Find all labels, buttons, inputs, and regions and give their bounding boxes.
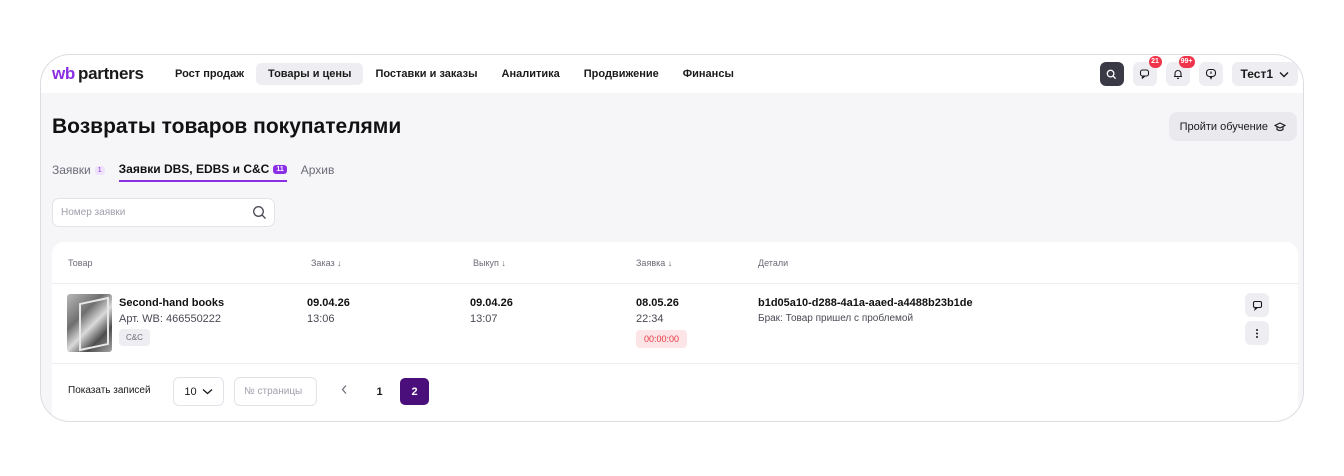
chat-badge: 21	[1148, 56, 1162, 68]
nav-item-promotion[interactable]: Продвижение	[572, 63, 671, 85]
wb-partners-logo[interactable]: wb partners	[52, 64, 144, 84]
more-actions-button[interactable]	[1245, 321, 1269, 345]
request-date: 08.05.26	[636, 297, 679, 309]
app-window: wb partners Рост продаж Товары и цены По…	[40, 54, 1304, 422]
user-menu-button[interactable]: Тест1	[1231, 62, 1298, 86]
chat-with-buyer-button[interactable]	[1245, 293, 1269, 317]
page-1-button[interactable]: 1	[365, 378, 394, 405]
per-page-label: Показать записей	[68, 385, 151, 396]
learn-button[interactable]: Пройти обучение	[1168, 112, 1297, 141]
page-number-field	[234, 377, 317, 406]
notifications-button[interactable]: 99+	[1165, 56, 1195, 86]
bell-icon	[1173, 70, 1182, 79]
col-details: Детали	[758, 258, 789, 268]
row-divider	[52, 363, 1298, 364]
chevron-left-icon	[341, 385, 347, 394]
product-article: Арт. WB: 466550222	[119, 313, 222, 325]
graduation-cap-icon	[1274, 121, 1286, 131]
request-number-input[interactable]	[53, 199, 233, 226]
nav-item-finance[interactable]: Финансы	[671, 63, 746, 85]
prev-page-button[interactable]	[341, 384, 348, 398]
nav-item-analytics[interactable]: Аналитика	[490, 63, 572, 85]
learn-button-label: Пройти обучение	[1179, 120, 1268, 133]
page-2-button[interactable]: 2	[400, 378, 429, 405]
col-product: Товар	[68, 258, 93, 268]
nav-item-growth[interactable]: Рост продаж	[163, 63, 256, 85]
returns-table: Товар Заказ ↓ Выкуп ↓ Заявка ↓ Детали Se…	[52, 242, 1298, 421]
chat-button[interactable]: 21	[1132, 56, 1162, 86]
delivery-type-badge: C&C	[119, 329, 150, 346]
tab-dbs-label: Заявки DBS, EDBS и C&C	[118, 162, 270, 176]
page-number-input[interactable]	[235, 378, 316, 405]
col-order[interactable]: Заказ ↓	[311, 258, 342, 268]
col-buyout[interactable]: Выкуп ↓	[473, 258, 506, 268]
nav-item-goods-prices[interactable]: Товары и цены	[256, 63, 364, 85]
search-button[interactable]	[1099, 62, 1124, 86]
col-request[interactable]: Заявка ↓	[636, 258, 672, 268]
per-page-select[interactable]: 10	[173, 377, 224, 406]
tab-dbs-requests[interactable]: Заявки DBS, EDBS и C&C 11	[118, 158, 287, 182]
request-time: 22:34	[636, 313, 664, 325]
return-reason: Брак: Товар пришел с проблемой	[758, 313, 914, 324]
message-icon	[1252, 300, 1262, 311]
tab-archive-label: Архив	[300, 163, 335, 177]
more-vertical-icon	[1256, 328, 1258, 338]
tab-dbs-count: 11	[273, 164, 287, 174]
support-chat-icon	[1205, 68, 1216, 80]
pagination: Показать записей 10 1 2	[52, 376, 1298, 406]
tab-archive[interactable]: Архив	[301, 158, 335, 182]
tab-requests-label: Заявки	[52, 163, 91, 177]
request-id[interactable]: b1d05a10-d288-4a1a-aaed-a4488b23b1de	[758, 297, 973, 309]
logo-partners: partners	[78, 64, 144, 83]
product-thumbnail[interactable]	[67, 294, 112, 352]
support-button[interactable]	[1198, 62, 1223, 86]
per-page-value: 10	[184, 385, 197, 398]
buyout-time: 13:07	[470, 313, 498, 325]
request-search	[52, 198, 275, 227]
notifications-badge: 99+	[1178, 56, 1195, 68]
tab-requests[interactable]: Заявки 1	[52, 158, 105, 182]
chevron-down-icon	[202, 389, 213, 395]
buyout-date: 09.04.26	[470, 297, 513, 309]
tabs: Заявки 1 Заявки DBS, EDBS и C&C 11 Архив	[52, 158, 334, 182]
order-date: 09.04.26	[307, 297, 350, 309]
search-icon	[1106, 69, 1117, 79]
countdown-timer: 00:00:00	[636, 330, 688, 348]
search-icon[interactable]	[252, 205, 267, 220]
product-name[interactable]: Second-hand books	[119, 297, 224, 309]
header-divider	[52, 283, 1298, 284]
chevron-down-icon	[1279, 71, 1289, 77]
user-name: Тест1	[1240, 67, 1273, 81]
order-time: 13:06	[307, 313, 335, 325]
nav-item-supplies-orders[interactable]: Поставки и заказы	[363, 63, 489, 85]
top-navigation-bar: wb partners Рост продаж Товары и цены По…	[41, 55, 1303, 93]
tab-requests-count: 1	[94, 165, 105, 175]
chat-icon	[1139, 69, 1149, 79]
main-nav: Рост продаж Товары и цены Поставки и зак…	[163, 63, 746, 85]
topbar-actions: 21 99+ Тест1	[1099, 56, 1298, 86]
page-title: Возвраты товаров покупателями	[52, 115, 402, 138]
logo-wb: wb	[52, 64, 76, 83]
